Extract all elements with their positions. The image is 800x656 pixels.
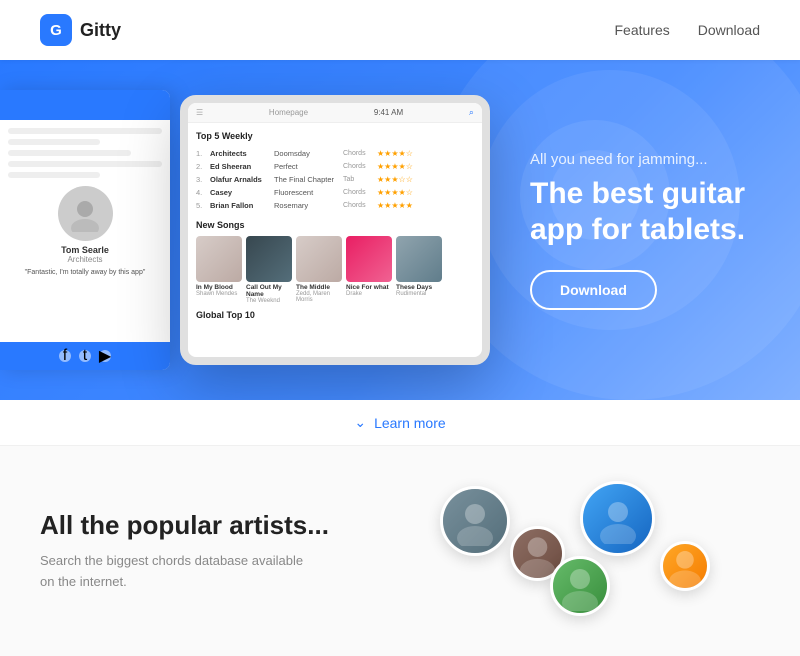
bottom-title: All the popular artists... [40, 510, 400, 541]
tablet-body: Top 5 Weekly 1. Architects Doomsday Chor… [188, 123, 482, 334]
tablet-nav-label: Homepage [269, 108, 308, 117]
panel-line [8, 128, 162, 134]
navbar: G Gitty Features Download [0, 0, 800, 60]
panel-top-bar [0, 90, 170, 120]
tablet-search-icon[interactable]: ⌕ [469, 107, 474, 118]
tablet-nav-icon: ☰ [196, 108, 203, 117]
social-fb: f [59, 350, 71, 362]
panel-line [8, 172, 100, 178]
song-card[interactable]: Nice For what Drake [346, 236, 392, 304]
top5-title: Top 5 Weekly [196, 131, 474, 141]
new-songs-grid: In My Blood Shawn Mendes Call Out My Nam… [196, 236, 474, 304]
table-row: 4. Casey Fluorescent Chords ★★★★☆ [196, 186, 474, 199]
bottom-description: Search the biggest chords database avail… [40, 551, 320, 593]
chevron-down-icon: ⌄ [354, 414, 366, 431]
song-card[interactable]: Call Out My Name The Weeknd [246, 236, 292, 304]
nav-link-features[interactable]: Features [614, 22, 669, 38]
person-name: Tom Searle [8, 245, 162, 255]
social-tw: t [79, 350, 91, 362]
tablet-mockup: ☰ Homepage 9:41 AM ⌕ Top 5 Weekly 1. Arc… [180, 95, 490, 365]
person-quote: "Fantastic, I'm totally away by this app… [8, 268, 162, 278]
top5-list: 1. Architects Doomsday Chords ★★★★☆ 2. E… [196, 147, 474, 212]
social-yt: ▶ [99, 350, 111, 362]
person-avatar [58, 186, 113, 241]
song-thumb [296, 236, 342, 282]
tablet-bar: ☰ Homepage 9:41 AM ⌕ [188, 103, 482, 123]
new-songs-title: New Songs [196, 220, 474, 230]
avatars-section [400, 476, 760, 626]
table-row: 1. Architects Doomsday Chords ★★★★☆ [196, 147, 474, 160]
avatar-face [443, 489, 507, 553]
song-thumb [246, 236, 292, 282]
nav-links: Features Download [614, 22, 760, 38]
nav-link-download[interactable]: Download [698, 22, 760, 38]
panel-line [8, 139, 100, 145]
logo-icon: G [40, 14, 72, 46]
song-thumb [196, 236, 242, 282]
song-card[interactable]: These Days Rudimental [396, 236, 442, 304]
learn-more-bar[interactable]: ⌄ Learn more [0, 400, 800, 446]
hero-download-button[interactable]: Download [530, 270, 657, 310]
table-row: 5. Brian Fallon Rosemary Chords ★★★★★ [196, 199, 474, 212]
avatar-face [553, 559, 607, 613]
table-row: 2. Ed Sheeran Perfect Chords ★★★★☆ [196, 160, 474, 173]
panel-line [8, 161, 162, 167]
global-top10-title: Global Top 10 [196, 310, 474, 320]
hero-tagline: All you need for jamming... [530, 151, 760, 168]
hero-section: Tom Searle Architects "Fantastic, I'm to… [0, 60, 800, 400]
song-thumb [396, 236, 442, 282]
logo[interactable]: G Gitty [40, 14, 121, 46]
avatar [580, 481, 655, 556]
song-card[interactable]: The Middle Zedd, Maren Morris [296, 236, 342, 304]
avatar-face [583, 484, 652, 553]
person-role: Architects [8, 255, 162, 264]
bottom-section: All the popular artists... Search the bi… [0, 446, 800, 656]
panel-bottom: f t ▶ [0, 342, 170, 370]
tablet-time: 9:41 AM [374, 108, 403, 117]
avatar [550, 556, 610, 616]
logo-text: Gitty [80, 20, 121, 41]
hero-title: The best guitar app for tablets. [530, 176, 760, 248]
panel-line [8, 150, 131, 156]
table-row: 3. Olafur Arnalds The Final Chapter Tab … [196, 173, 474, 186]
bottom-text-block: All the popular artists... Search the bi… [40, 510, 400, 593]
hero-text: All you need for jamming... The best gui… [490, 151, 760, 310]
song-thumb [346, 236, 392, 282]
avatar [440, 486, 510, 556]
avatar [660, 541, 710, 591]
learn-more-text[interactable]: Learn more [374, 415, 446, 431]
panel-content: Tom Searle Architects "Fantastic, I'm to… [0, 120, 170, 342]
song-card[interactable]: In My Blood Shawn Mendes [196, 236, 242, 304]
side-panel: Tom Searle Architects "Fantastic, I'm to… [0, 90, 170, 370]
avatar-face [663, 544, 707, 588]
